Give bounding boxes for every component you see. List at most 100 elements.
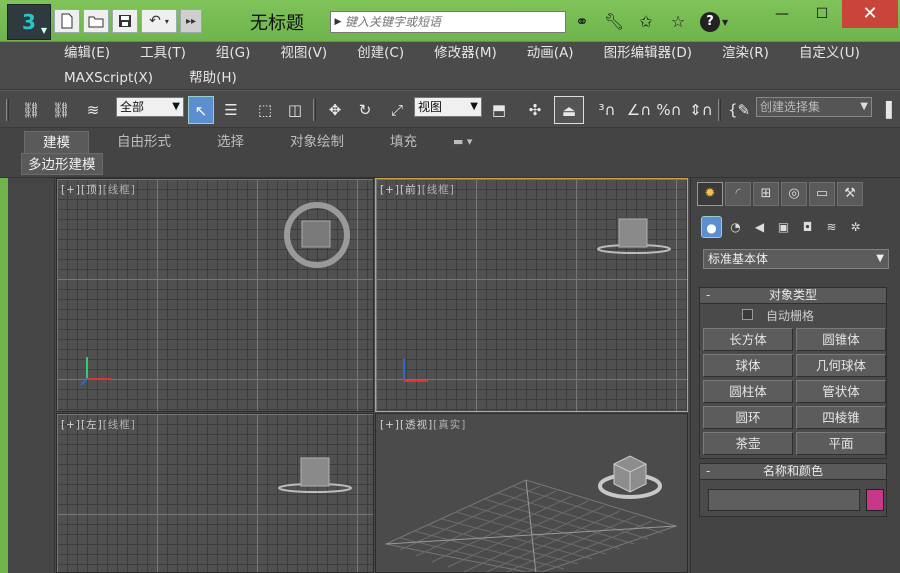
pivot-center-icon[interactable]: ⬒ <box>486 96 512 124</box>
menu-help[interactable]: 帮助(H) <box>183 67 243 89</box>
tab-display[interactable]: ▭ <box>809 182 835 206</box>
infocenter-tools: ⚭ 🔧︎ ✩ ☆ <box>570 10 690 34</box>
tab-hierarchy[interactable]: ⊞ <box>753 182 779 206</box>
ribbon-options-button[interactable]: ▬ ▾ <box>445 131 480 153</box>
menu-rendering[interactable]: 渲染(R) <box>716 42 775 64</box>
menu-animation[interactable]: 动画(A) <box>521 42 580 64</box>
menu-tools[interactable]: 工具(T) <box>134 42 192 64</box>
reference-coordinate-dropdown[interactable]: 视图 ▼ <box>414 97 482 117</box>
bind-to-space-warp-icon[interactable]: ≋ <box>80 96 106 124</box>
cylinder-button[interactable]: 圆柱体 <box>703 380 793 403</box>
viewport-perspective[interactable]: [+][透视][真实] <box>375 413 688 573</box>
select-and-rotate-icon[interactable]: ↻ <box>352 96 378 124</box>
mirror-icon[interactable]: ▐ <box>876 96 896 124</box>
tab-selection[interactable]: 选择 <box>199 131 262 153</box>
systems-icon[interactable]: ✲ <box>845 216 866 238</box>
lights-icon[interactable]: ◀ <box>749 216 770 238</box>
window-crossing-icon[interactable]: ◫ <box>282 96 308 124</box>
binoculars-icon[interactable]: ⚭ <box>570 10 594 34</box>
sphere-button[interactable]: 球体 <box>703 354 793 377</box>
object-type-rollout-header[interactable]: - 对象类型 <box>700 288 886 304</box>
angle-snap-icon[interactable]: ∠∩ <box>626 96 652 124</box>
toolbar-handle[interactable] <box>6 99 9 121</box>
menu-customize[interactable]: 自定义(U) <box>793 42 866 64</box>
plane-button[interactable]: 平面 <box>796 432 886 455</box>
menu-modifiers[interactable]: 修改器(M) <box>428 42 503 64</box>
autogrid-row: 自动栅格 <box>700 304 886 326</box>
star-crossed-icon[interactable]: ✩ <box>634 10 658 34</box>
unlink-selection-icon[interactable]: ⛓︎ <box>48 96 74 124</box>
torus-button[interactable]: 圆环 <box>703 406 793 429</box>
box-button[interactable]: 长方体 <box>703 328 793 351</box>
select-and-link-icon[interactable]: ⛓ <box>18 96 44 124</box>
minimize-button[interactable]: — <box>762 0 802 28</box>
chevron-down-icon: ▼ <box>876 253 884 264</box>
pyramid-button[interactable]: 四棱锥 <box>796 406 886 429</box>
collapse-icon: - <box>706 464 711 478</box>
tab-freeform[interactable]: 自由形式 <box>99 131 189 153</box>
shapes-icon[interactable]: ◔ <box>725 216 746 238</box>
menu-graph-editors[interactable]: 图形编辑器(D) <box>598 42 698 64</box>
object-color-swatch[interactable] <box>866 489 884 511</box>
help-button[interactable]: ? ▼ <box>700 11 744 33</box>
menu-maxscript[interactable]: MAXScript(X) <box>58 67 159 89</box>
object-name-field[interactable] <box>708 489 860 511</box>
close-icon: ✕ <box>862 3 878 24</box>
tab-utilities[interactable]: ⚒ <box>837 182 863 206</box>
chevron-down-icon: ▾ <box>164 16 169 26</box>
search-expand-icon[interactable]: ▶ <box>331 17 345 27</box>
select-object-icon[interactable]: ↖ <box>188 96 214 124</box>
geometry-icon[interactable]: ● <box>701 216 722 238</box>
tab-motion[interactable]: ◎ <box>781 182 807 206</box>
cone-button[interactable]: 圆锥体 <box>796 328 886 351</box>
geometry-category-dropdown[interactable]: 标准基本体 ▼ <box>703 249 889 269</box>
viewport-front[interactable]: [+][前][线框] <box>375 178 688 412</box>
tab-create[interactable]: ✹ <box>697 182 723 206</box>
autogrid-checkbox[interactable] <box>742 309 753 320</box>
qat-overflow-button[interactable]: ▸▸ <box>180 9 202 33</box>
tab-modify[interactable]: ◜ <box>725 182 751 206</box>
maximize-button[interactable]: ☐ <box>802 0 842 28</box>
select-and-scale-icon[interactable]: ⤢ <box>384 96 410 124</box>
geosphere-button[interactable]: 几何球体 <box>796 354 886 377</box>
select-by-name-icon[interactable]: ☰ <box>218 96 244 124</box>
ribbon: 建模 自由形式 选择 对象绘制 填充 ▬ ▾ 多边形建模 <box>0 128 900 178</box>
polygon-modeling-button[interactable]: 多边形建模 <box>21 153 103 175</box>
percent-snap-icon[interactable]: %∩ <box>656 96 682 124</box>
manipulate-icon[interactable]: ✣ <box>522 96 548 124</box>
selection-filter-dropdown[interactable]: 全部 ▼ <box>116 97 184 117</box>
space-warps-icon[interactable]: ≋ <box>821 216 842 238</box>
undo-button[interactable]: ↶ ▾ <box>141 9 177 33</box>
new-file-button[interactable] <box>54 9 80 33</box>
teapot-button[interactable]: 茶壶 <box>703 432 793 455</box>
select-and-move-icon[interactable]: ✥ <box>322 96 348 124</box>
menu-edit[interactable]: 编辑(E) <box>58 42 116 64</box>
menu-group[interactable]: 组(G) <box>210 42 257 64</box>
wrench-icon[interactable]: 🔧︎ <box>602 10 626 34</box>
tube-button[interactable]: 管状体 <box>796 380 886 403</box>
viewport-left[interactable]: [+][左][线框] <box>56 413 374 573</box>
autogrid-label: 自动栅格 <box>766 309 815 323</box>
save-button[interactable] <box>112 9 138 33</box>
menu-bar: 编辑(E) 工具(T) 组(G) 视图(V) 创建(C) 修改器(M) 动画(A… <box>0 42 900 90</box>
tab-populate[interactable]: 填充 <box>372 131 435 153</box>
open-file-button[interactable] <box>83 9 109 33</box>
menu-views[interactable]: 视图(V) <box>274 42 333 64</box>
viewport-top[interactable]: [+][顶][线框] <box>56 178 374 412</box>
spinner-snap-icon[interactable]: ⇕∩ <box>688 96 714 124</box>
favorite-star-icon[interactable]: ☆ <box>666 10 690 34</box>
search-input[interactable] <box>345 13 557 31</box>
named-selection-dropdown[interactable]: 创建选择集 ▼ <box>756 97 872 117</box>
tab-modeling[interactable]: 建模 <box>24 131 89 153</box>
keyboard-shortcut-override-icon[interactable]: ⏏ <box>554 96 584 124</box>
tab-object-paint[interactable]: 对象绘制 <box>272 131 362 153</box>
name-and-color-rollout-header[interactable]: - 名称和颜色 <box>700 464 886 480</box>
application-menu-button[interactable]: 3 ▼ <box>7 4 51 40</box>
snaps-toggle-icon[interactable]: ³∩ <box>594 96 620 124</box>
helpers-icon[interactable]: ◘ <box>797 216 818 238</box>
menu-create[interactable]: 创建(C) <box>351 42 410 64</box>
edit-named-selection-icon[interactable]: {✎ <box>726 96 752 124</box>
rectangular-selection-icon[interactable]: ⬚ <box>252 96 278 124</box>
close-button[interactable]: ✕ <box>842 0 898 28</box>
cameras-icon[interactable]: ▣ <box>773 216 794 238</box>
